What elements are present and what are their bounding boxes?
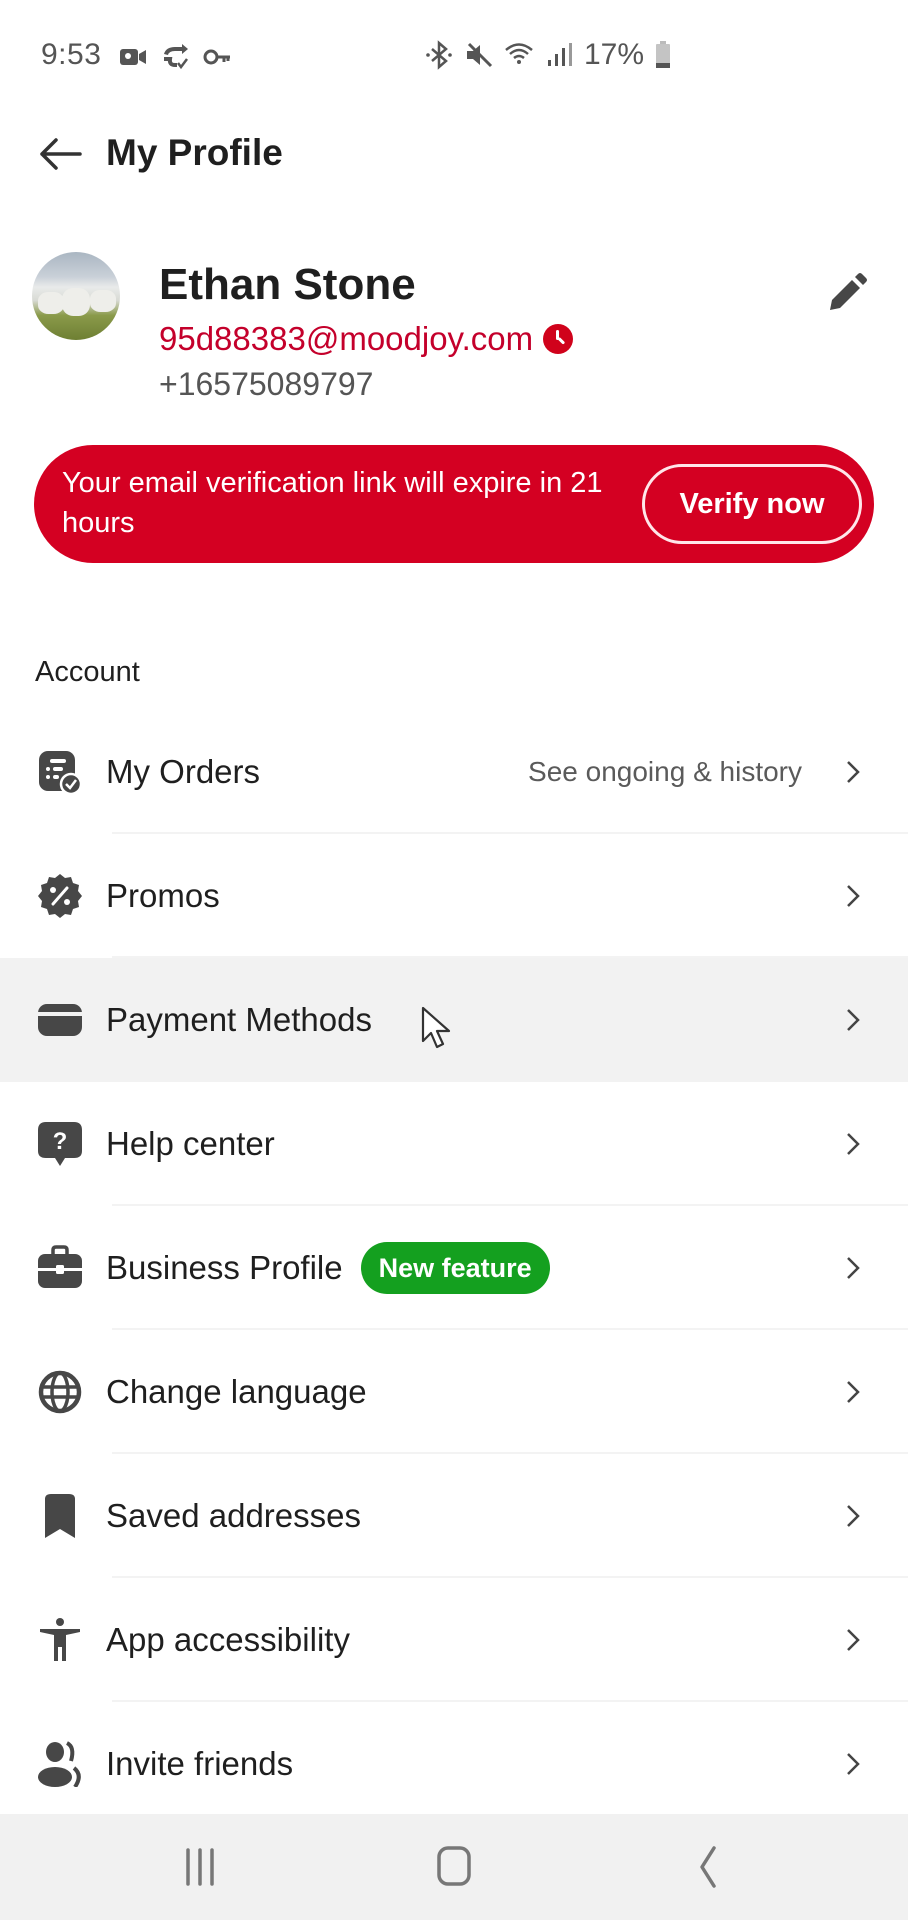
menu-label: Promos <box>106 877 220 914</box>
status-time: 9:53 <box>41 38 102 71</box>
recent-apps-icon[interactable] <box>170 1842 230 1892</box>
page-title: My Profile <box>106 132 283 173</box>
app-header: My Profile <box>0 120 908 190</box>
briefcase-icon <box>38 1245 82 1288</box>
account-menu: My Orders See ongoing & history Promos P… <box>0 710 908 1826</box>
video-call-icon <box>120 49 146 65</box>
menu-label: Help center <box>106 1125 275 1162</box>
menu-item-business-profile[interactable]: Business Profile New feature <box>0 1206 908 1330</box>
chevron-right-icon <box>847 1133 860 1155</box>
battery-icon <box>656 41 671 68</box>
profile-name: Ethan Stone <box>159 260 416 309</box>
sync-check-icon <box>164 44 188 70</box>
new-feature-badge: New feature <box>360 1242 550 1294</box>
menu-subtitle: See ongoing & history <box>528 756 802 787</box>
chevron-right-icon <box>847 1629 860 1651</box>
chevron-right-icon <box>847 761 860 783</box>
menu-label: Change language <box>106 1373 367 1410</box>
menu-item-invite-friends[interactable]: Invite friends <box>0 1702 908 1826</box>
chevron-right-icon <box>847 1753 860 1775</box>
chevron-right-icon <box>847 1257 860 1279</box>
menu-item-saved-addresses[interactable]: Saved addresses <box>0 1454 908 1578</box>
menu-label: My Orders <box>106 753 261 790</box>
bluetooth-icon <box>426 40 452 70</box>
help-icon: ? <box>38 1122 82 1166</box>
verification-message: Your email verification link will expire… <box>62 467 603 539</box>
status-bar: 9:53 17% <box>0 0 908 112</box>
menu-item-payment-methods[interactable]: Payment Methods <box>0 958 908 1082</box>
menu-label: Saved addresses <box>106 1497 361 1534</box>
menu-item-my-orders[interactable]: My Orders See ongoing & history <box>0 710 908 834</box>
section-title-account: Account <box>35 656 140 688</box>
key-icon <box>203 49 230 65</box>
clock-icon <box>543 324 574 354</box>
profile-email: 95d88383@moodjoy.com <box>159 320 534 357</box>
profile-card: Ethan Stone 95d88383@moodjoy.com +165750… <box>0 248 908 408</box>
email-verification-banner: Your email verification link will expire… <box>34 445 874 563</box>
svg-text:?: ? <box>53 1128 68 1155</box>
system-nav-bar <box>0 1814 908 1920</box>
accessibility-icon <box>40 1618 80 1661</box>
battery-percent: 17% <box>584 38 645 71</box>
orders-icon <box>39 751 83 795</box>
menu-item-app-accessibility[interactable]: App accessibility <box>0 1578 908 1702</box>
people-icon <box>38 1741 81 1787</box>
nav-back-icon[interactable] <box>678 1842 738 1892</box>
menu-label: Payment Methods <box>106 1001 372 1038</box>
globe-icon <box>38 1370 82 1414</box>
chevron-right-icon <box>847 1009 860 1031</box>
profile-phone: +16575089797 <box>159 366 374 402</box>
verify-now-button[interactable]: Verify now <box>642 464 862 544</box>
promo-icon <box>38 874 82 918</box>
payment-card-icon <box>38 1004 82 1036</box>
signal-icon <box>548 43 572 66</box>
chevron-right-icon <box>847 1505 860 1527</box>
menu-item-promos[interactable]: Promos <box>0 834 908 958</box>
menu-label: Invite friends <box>106 1745 294 1782</box>
menu-item-change-language[interactable]: Change language <box>0 1330 908 1454</box>
menu-item-help-center[interactable]: ? Help center <box>0 1082 908 1206</box>
home-icon[interactable] <box>424 1842 484 1892</box>
bookmark-icon <box>45 1494 75 1538</box>
wifi-icon <box>505 43 533 64</box>
avatar[interactable] <box>32 252 120 340</box>
chevron-right-icon <box>847 1381 860 1403</box>
menu-label: App accessibility <box>106 1621 350 1658</box>
chevron-right-icon <box>847 885 860 907</box>
pencil-icon[interactable] <box>822 270 870 318</box>
menu-label: Business Profile <box>106 1249 343 1286</box>
back-arrow-icon[interactable] <box>36 134 86 174</box>
mute-icon <box>467 42 493 68</box>
